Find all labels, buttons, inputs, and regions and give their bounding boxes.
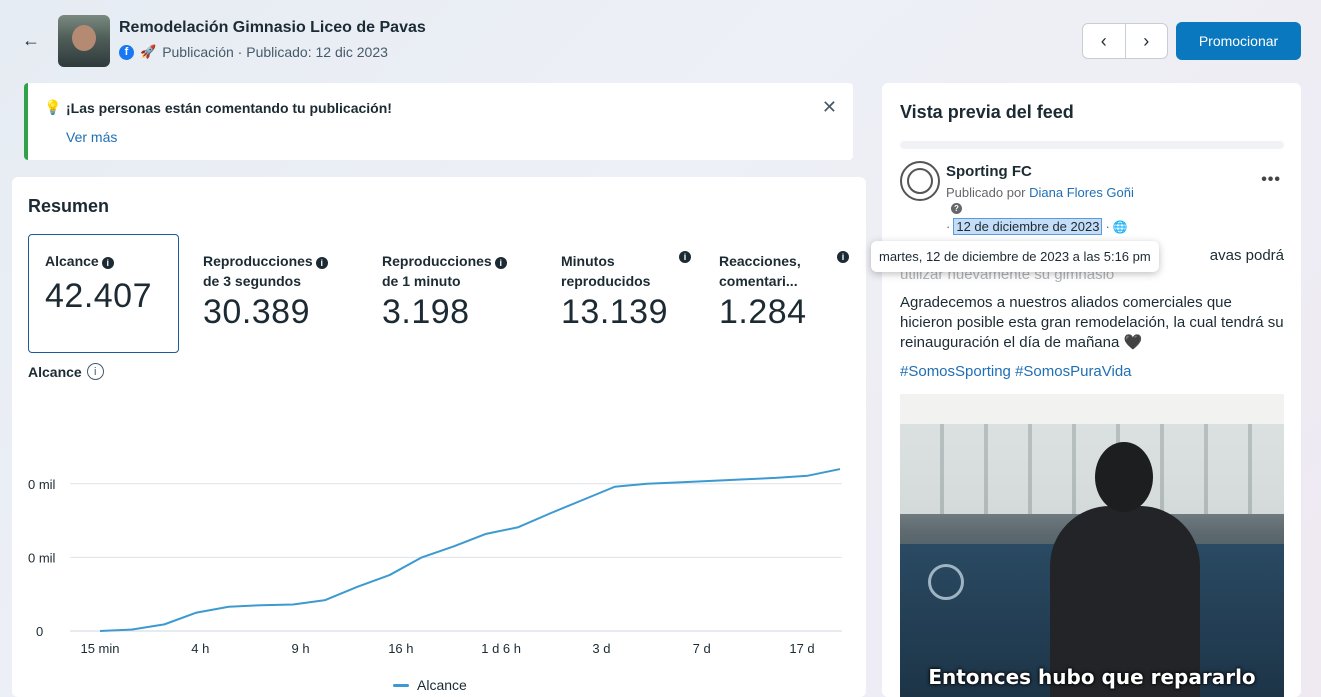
chart-legend[interactable]: Alcance bbox=[393, 677, 467, 693]
legend-swatch bbox=[393, 683, 409, 687]
image-windows bbox=[900, 424, 1284, 514]
video-caption: Entonces hubo que repararlo bbox=[928, 665, 1256, 689]
post-date-link[interactable]: 12 de diciembre de 2023 bbox=[953, 218, 1103, 235]
comment-notice-banner: 💡 ¡Las personas están comentando tu publ… bbox=[24, 83, 853, 160]
summary-title: Resumen bbox=[28, 196, 110, 216]
metric-minutes-viewed[interactable]: Minutos i reproducidos 13.139 bbox=[561, 251, 691, 332]
back-arrow-icon[interactable]: ← bbox=[22, 30, 40, 51]
post-video-thumbnail[interactable]: Entonces hubo que repararlo bbox=[900, 394, 1284, 697]
post-text-tail: avas podrá bbox=[1209, 247, 1284, 264]
chart-title-text: Alcance bbox=[28, 363, 82, 380]
y-tick-label: 0 mil bbox=[28, 550, 56, 565]
info-icon[interactable]: i bbox=[679, 251, 691, 263]
metric-reach[interactable]: Alcance i 42.407 bbox=[28, 234, 179, 353]
post-subtitle: f 🚀 Publicación · Publicado: 12 dic 2023 bbox=[119, 44, 388, 60]
info-icon[interactable]: i bbox=[86, 363, 104, 380]
metric-3s-plays[interactable]: Reproducciones i de 3 segundos 30.389 bbox=[203, 251, 353, 332]
lightbulb-icon: 💡 bbox=[44, 99, 62, 115]
x-tick-label: 3 d bbox=[592, 641, 610, 656]
posted-by-prefix: Publicado por bbox=[946, 185, 1030, 200]
metric-label: Alcance i bbox=[45, 251, 162, 271]
y-tick-label: 0 mil bbox=[28, 477, 56, 492]
metric-label-line1: Reacciones, bbox=[719, 253, 801, 269]
feed-preview-title: Vista previa del feed bbox=[900, 102, 1074, 122]
metric-value: 42.407 bbox=[45, 277, 152, 315]
more-options-icon[interactable]: ••• bbox=[1261, 171, 1281, 189]
metric-value: 30.389 bbox=[203, 293, 310, 331]
globe-icon: 🌐 bbox=[1112, 219, 1128, 234]
metric-label: Reacciones, i bbox=[719, 251, 849, 271]
x-tick-label: 4 h bbox=[191, 641, 209, 656]
rocket-icon: 🚀 bbox=[140, 44, 157, 59]
y-tick-label: 0 bbox=[36, 624, 43, 639]
reach-line-chart: 0 0 mil 0 mil 15 min 4 h 9 h 16 h 1 d 6 h 3 d 7 d… bbox=[28, 468, 842, 656]
page-logo[interactable] bbox=[900, 161, 940, 201]
help-icon[interactable]: ? bbox=[951, 203, 962, 214]
facebook-icon: f bbox=[119, 44, 134, 60]
summary-card: Resumen Alcance i 42.407 Reproducciones i … bbox=[12, 177, 866, 697]
metric-1min-plays[interactable]: Reproducciones i de 1 minuto 3.198 bbox=[382, 251, 532, 332]
x-tick-label: 15 min bbox=[80, 641, 119, 656]
metric-label-line1: Reproducciones bbox=[203, 253, 313, 269]
image-person-head bbox=[1095, 442, 1153, 512]
post-hashtags[interactable]: #SomosSporting #SomosPuraVida bbox=[900, 363, 1132, 380]
post-status-text: Publicación · Publicado: 12 dic 2023 bbox=[162, 44, 388, 60]
feed-preview-panel: Vista previa del feed Sporting FC Public… bbox=[882, 83, 1301, 697]
metric-value: 1.284 bbox=[719, 293, 807, 331]
post-navigation: ‹ › bbox=[1082, 23, 1168, 59]
notice-text: ¡Las personas están comentando tu public… bbox=[66, 100, 392, 116]
metric-value: 13.139 bbox=[561, 293, 668, 331]
page-title: Remodelación Gimnasio Liceo de Pavas bbox=[119, 19, 426, 36]
post-text-paragraph: Agradecemos a nuestros aliados comercial… bbox=[900, 293, 1288, 353]
series-line-alcance bbox=[99, 468, 841, 632]
image-ceiling bbox=[900, 394, 1284, 424]
metric-label-line1: Reproducciones bbox=[382, 253, 492, 269]
divider bbox=[900, 141, 1284, 149]
metric-label: Reproducciones i de 1 minuto bbox=[382, 251, 532, 291]
metric-label-line2: reproducidos bbox=[561, 273, 651, 289]
black-heart-icon: 🖤 bbox=[1123, 334, 1143, 351]
date-tooltip: martes, 12 de diciembre de 2023 a las 5:… bbox=[871, 241, 1159, 272]
metric-label: Minutos i bbox=[561, 251, 691, 271]
image-emblem bbox=[928, 564, 964, 600]
metric-label-line2: de 3 segundos bbox=[203, 273, 302, 289]
post-thumbnail bbox=[58, 15, 110, 67]
metric-label: Reproducciones i de 3 segundos bbox=[203, 251, 353, 291]
previous-post-button[interactable]: ‹ bbox=[1083, 24, 1125, 58]
promote-button[interactable]: Promocionar bbox=[1176, 22, 1301, 60]
page-name[interactable]: Sporting FC bbox=[946, 163, 1032, 180]
see-more-link[interactable]: Ver más bbox=[66, 129, 117, 145]
legend-label: Alcance bbox=[417, 677, 467, 693]
metric-label-line1: Minutos bbox=[561, 253, 615, 269]
x-tick-label: 9 h bbox=[292, 641, 310, 656]
metric-reactions[interactable]: Reacciones, i comentari... 1.284 bbox=[719, 251, 849, 332]
info-icon[interactable]: i bbox=[837, 251, 849, 263]
metric-value: 3.198 bbox=[382, 293, 470, 331]
info-icon[interactable]: i bbox=[101, 257, 114, 269]
posted-by: Publicado por Diana Flores Goñi bbox=[946, 185, 1134, 200]
x-tick-label: 1 d 6 h bbox=[481, 641, 521, 656]
separator-dot: · bbox=[1105, 219, 1110, 234]
next-post-button[interactable]: › bbox=[1124, 24, 1168, 58]
x-tick-label: 17 d bbox=[789, 641, 814, 656]
info-icon[interactable]: i bbox=[315, 257, 328, 269]
separator-dot: · bbox=[946, 219, 951, 234]
close-icon[interactable]: ✕ bbox=[822, 97, 837, 118]
metric-label-line2: de 1 minuto bbox=[382, 273, 461, 289]
author-link[interactable]: Diana Flores Goñi bbox=[1029, 185, 1134, 200]
post-paragraph-text: Agradecemos a nuestros aliados comercial… bbox=[900, 294, 1284, 351]
metric-label-line2: comentari... bbox=[719, 273, 798, 289]
info-icon[interactable]: i bbox=[494, 257, 507, 269]
chart-title: Alcance i bbox=[28, 363, 104, 380]
post-date-row: · 12 de diciembre de 2023 · 🌐 bbox=[946, 218, 1128, 235]
x-tick-label: 16 h bbox=[388, 641, 413, 656]
x-tick-label: 7 d bbox=[693, 641, 711, 656]
metric-label-text: Alcance bbox=[45, 253, 99, 269]
